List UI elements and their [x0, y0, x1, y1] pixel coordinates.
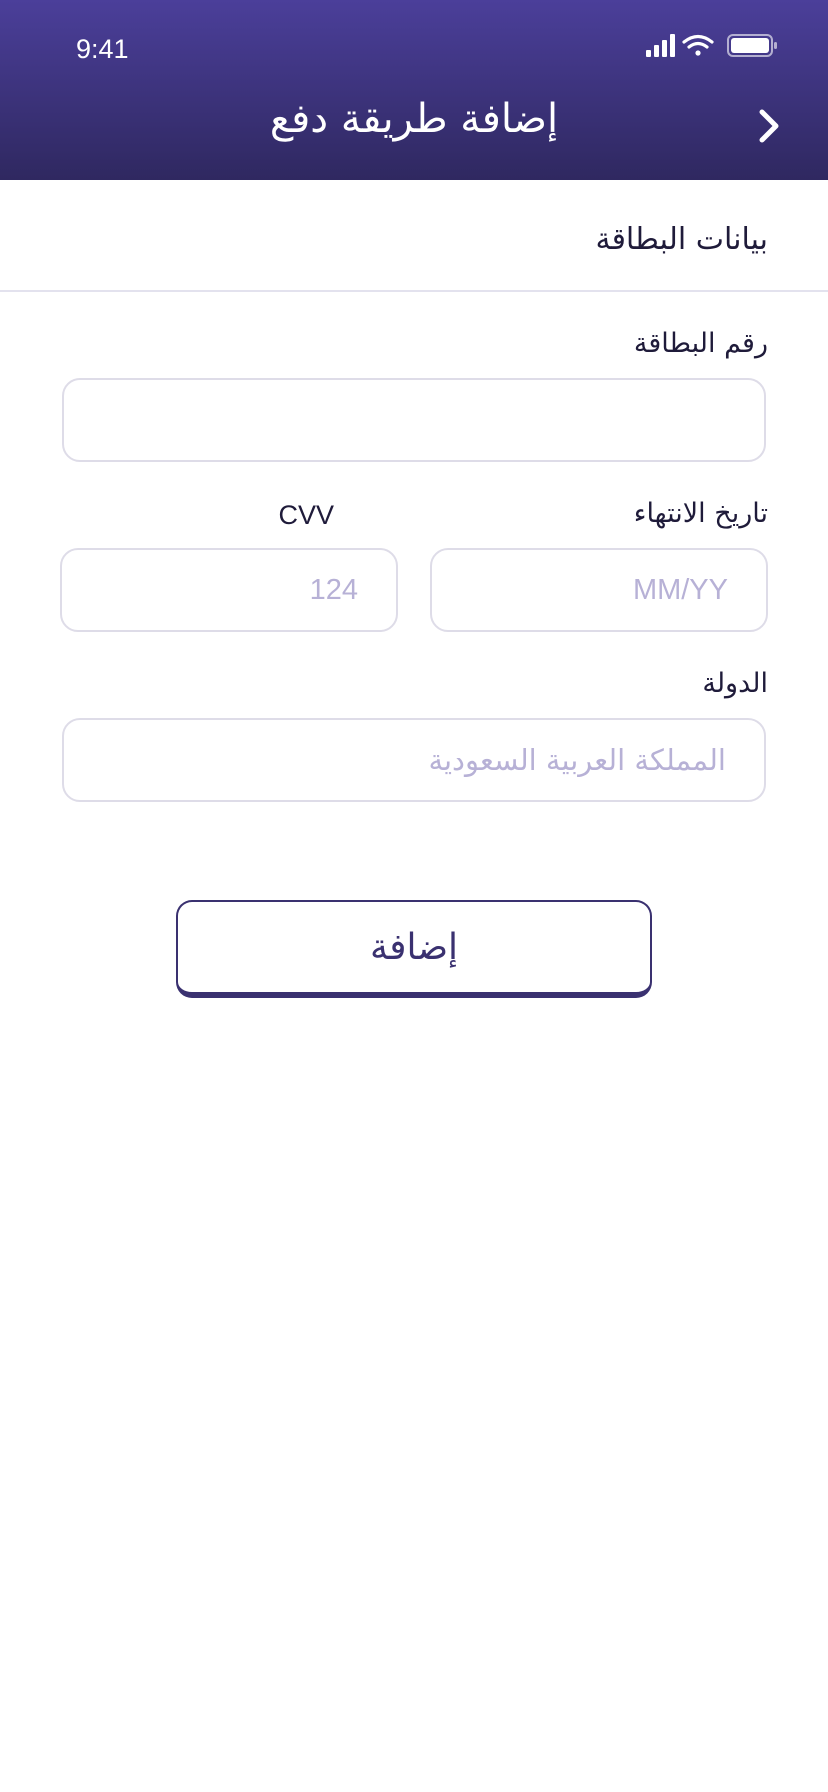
status-time: 9:41: [76, 34, 129, 64]
back-button[interactable]: [752, 104, 788, 148]
chevron-right-icon: [759, 109, 779, 143]
cvv-label: CVV: [278, 500, 334, 530]
expiry-input[interactable]: [430, 548, 768, 632]
wifi-icon: [682, 34, 714, 56]
card-number-label: رقم البطاقة: [633, 328, 768, 359]
section-title: بيانات البطاقة: [595, 222, 768, 257]
page-title: إضافة طريقة دفع: [269, 96, 559, 142]
add-button[interactable]: إضافة: [176, 900, 652, 998]
country-select[interactable]: [62, 718, 766, 802]
country-label: الدولة: [702, 668, 768, 699]
status-icons: [646, 32, 782, 60]
signal-icon: [646, 34, 675, 57]
card-number-input[interactable]: [62, 378, 766, 462]
section-header: بيانات البطاقة: [0, 180, 828, 292]
cvv-input[interactable]: [60, 548, 398, 632]
battery-icon: [727, 34, 777, 57]
app-header: 9:41 إضافة طريقة دفع: [0, 0, 828, 180]
expiry-label: تاريخ الانتهاء: [633, 498, 768, 529]
